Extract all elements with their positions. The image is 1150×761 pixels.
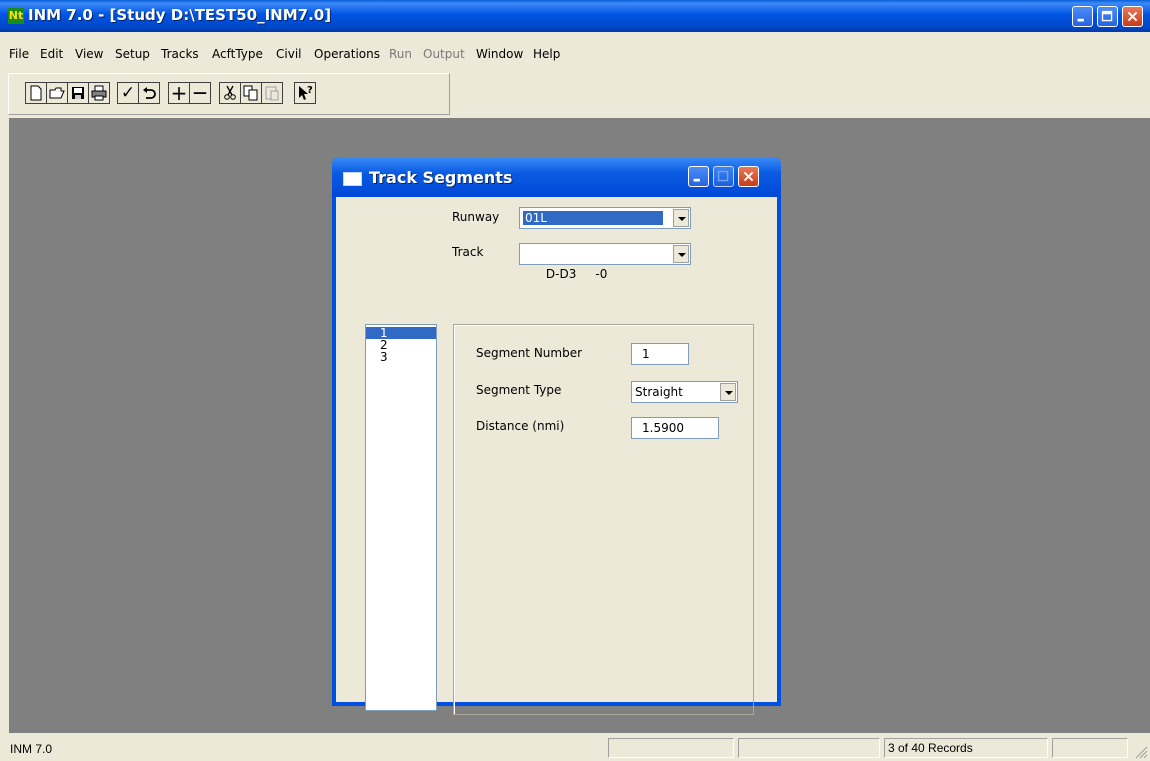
segment-type-value: Straight bbox=[635, 385, 683, 399]
minimize-icon bbox=[693, 178, 700, 182]
track-value: D-D3 -0 bbox=[545, 267, 608, 281]
menu-bar: File Edit View Setup Tracks AcftType Civ… bbox=[0, 44, 1150, 64]
context-help-button[interactable]: ? bbox=[294, 82, 316, 104]
segment-number-field[interactable]: 1 bbox=[631, 343, 689, 365]
runway-select[interactable]: 01L bbox=[519, 207, 691, 229]
menu-file[interactable]: File bbox=[9, 47, 29, 61]
menu-civil[interactable]: Civil bbox=[276, 47, 301, 61]
status-text: INM 7.0 bbox=[10, 742, 53, 756]
menu-help[interactable]: Help bbox=[533, 47, 560, 61]
records-indicator: 3 of 40 Records bbox=[884, 738, 1048, 758]
chevron-down-icon[interactable] bbox=[673, 245, 689, 263]
print-button[interactable] bbox=[88, 82, 110, 104]
add-icon: + bbox=[170, 81, 188, 105]
menu-window[interactable]: Window bbox=[476, 47, 523, 61]
distance-field[interactable]: 1.5900 bbox=[631, 417, 719, 439]
close-icon bbox=[1127, 11, 1138, 22]
check-icon: ✓ bbox=[120, 83, 136, 103]
menu-view[interactable]: View bbox=[75, 47, 103, 61]
open-folder-icon bbox=[49, 87, 65, 99]
list-item[interactable]: 1 bbox=[366, 327, 436, 339]
list-item[interactable]: 3 bbox=[366, 351, 436, 363]
resize-grip-icon[interactable] bbox=[1134, 745, 1148, 759]
cut-button[interactable] bbox=[219, 82, 241, 104]
runway-label: Runway bbox=[452, 210, 500, 224]
menu-run[interactable]: Run bbox=[389, 47, 412, 61]
menu-output[interactable]: Output bbox=[423, 47, 465, 61]
add-record-button[interactable]: + bbox=[168, 82, 190, 104]
dialog-window-icon bbox=[343, 172, 362, 186]
context-help-icon: ? bbox=[299, 85, 313, 100]
paste-icon bbox=[265, 86, 279, 101]
svg-text:?: ? bbox=[307, 85, 313, 96]
copy-icon bbox=[243, 85, 258, 101]
track-segments-dialog: Track Segments Runway 01L Track D-D3 -0 bbox=[332, 157, 781, 715]
track-select[interactable]: D-D3 -0 bbox=[519, 243, 691, 281]
menu-setup[interactable]: Setup bbox=[115, 47, 150, 61]
dialog-title-bar[interactable]: Track Segments bbox=[332, 157, 781, 197]
menu-tracks[interactable]: Tracks bbox=[161, 47, 199, 61]
segment-details-group: Segment Number 1 Segment Type Straight D… bbox=[453, 324, 754, 715]
copy-button[interactable] bbox=[240, 82, 262, 104]
minimize-button[interactable] bbox=[1072, 6, 1093, 27]
remove-record-button[interactable]: — bbox=[189, 82, 211, 104]
segment-type-select[interactable]: Straight bbox=[631, 381, 738, 403]
remove-icon: — bbox=[193, 85, 207, 101]
menu-edit[interactable]: Edit bbox=[40, 47, 63, 61]
segment-type-label: Segment Type bbox=[476, 383, 562, 397]
status-pane bbox=[608, 738, 734, 758]
menu-acfttype[interactable]: AcftType bbox=[212, 47, 263, 61]
cut-icon bbox=[224, 85, 236, 100]
paste-button[interactable] bbox=[261, 82, 283, 104]
status-pane bbox=[1052, 738, 1128, 758]
print-icon bbox=[91, 85, 107, 101]
minimize-icon bbox=[1077, 18, 1084, 22]
toolbar: ✓ + — ? bbox=[8, 73, 450, 115]
maximize-button[interactable] bbox=[1097, 6, 1118, 27]
segment-list[interactable]: 1 2 3 bbox=[365, 324, 437, 711]
open-button[interactable] bbox=[46, 82, 68, 104]
save-icon bbox=[72, 87, 84, 99]
status-bar: INM 7.0 3 of 40 Records bbox=[0, 733, 1150, 761]
segment-number-label: Segment Number bbox=[476, 346, 583, 360]
dialog-body: Runway 01L Track D-D3 -0 1 2 3 Segment N… bbox=[336, 197, 777, 715]
maximize-icon bbox=[1101, 10, 1113, 22]
track-label: Track bbox=[452, 245, 484, 259]
distance-label: Distance (nmi) bbox=[476, 419, 565, 433]
check-button[interactable]: ✓ bbox=[117, 82, 139, 104]
menu-operations[interactable]: Operations bbox=[314, 47, 380, 61]
inm-app-icon: Nt bbox=[8, 8, 24, 24]
undo-icon bbox=[143, 87, 156, 99]
window-title: INM 7.0 - [Study D:\TEST50_INM7.0] bbox=[28, 6, 332, 24]
maximize-icon bbox=[717, 170, 729, 182]
save-button[interactable] bbox=[67, 82, 89, 104]
chevron-down-icon[interactable] bbox=[720, 383, 736, 401]
close-button[interactable] bbox=[1122, 6, 1143, 27]
dialog-close-button[interactable] bbox=[738, 166, 759, 187]
chevron-down-icon[interactable] bbox=[673, 209, 689, 227]
close-icon bbox=[743, 171, 754, 182]
new-button[interactable] bbox=[25, 82, 47, 104]
list-item[interactable]: 2 bbox=[366, 339, 436, 351]
undo-button[interactable] bbox=[138, 82, 160, 104]
runway-value: 01L bbox=[523, 211, 549, 225]
status-pane bbox=[738, 738, 880, 758]
dialog-title: Track Segments bbox=[369, 168, 513, 187]
dialog-maximize-button[interactable] bbox=[713, 166, 734, 187]
main-title-bar[interactable]: Nt INM 7.0 - [Study D:\TEST50_INM7.0] bbox=[0, 0, 1150, 32]
dialog-minimize-button[interactable] bbox=[688, 166, 709, 187]
new-file-icon bbox=[30, 85, 42, 101]
